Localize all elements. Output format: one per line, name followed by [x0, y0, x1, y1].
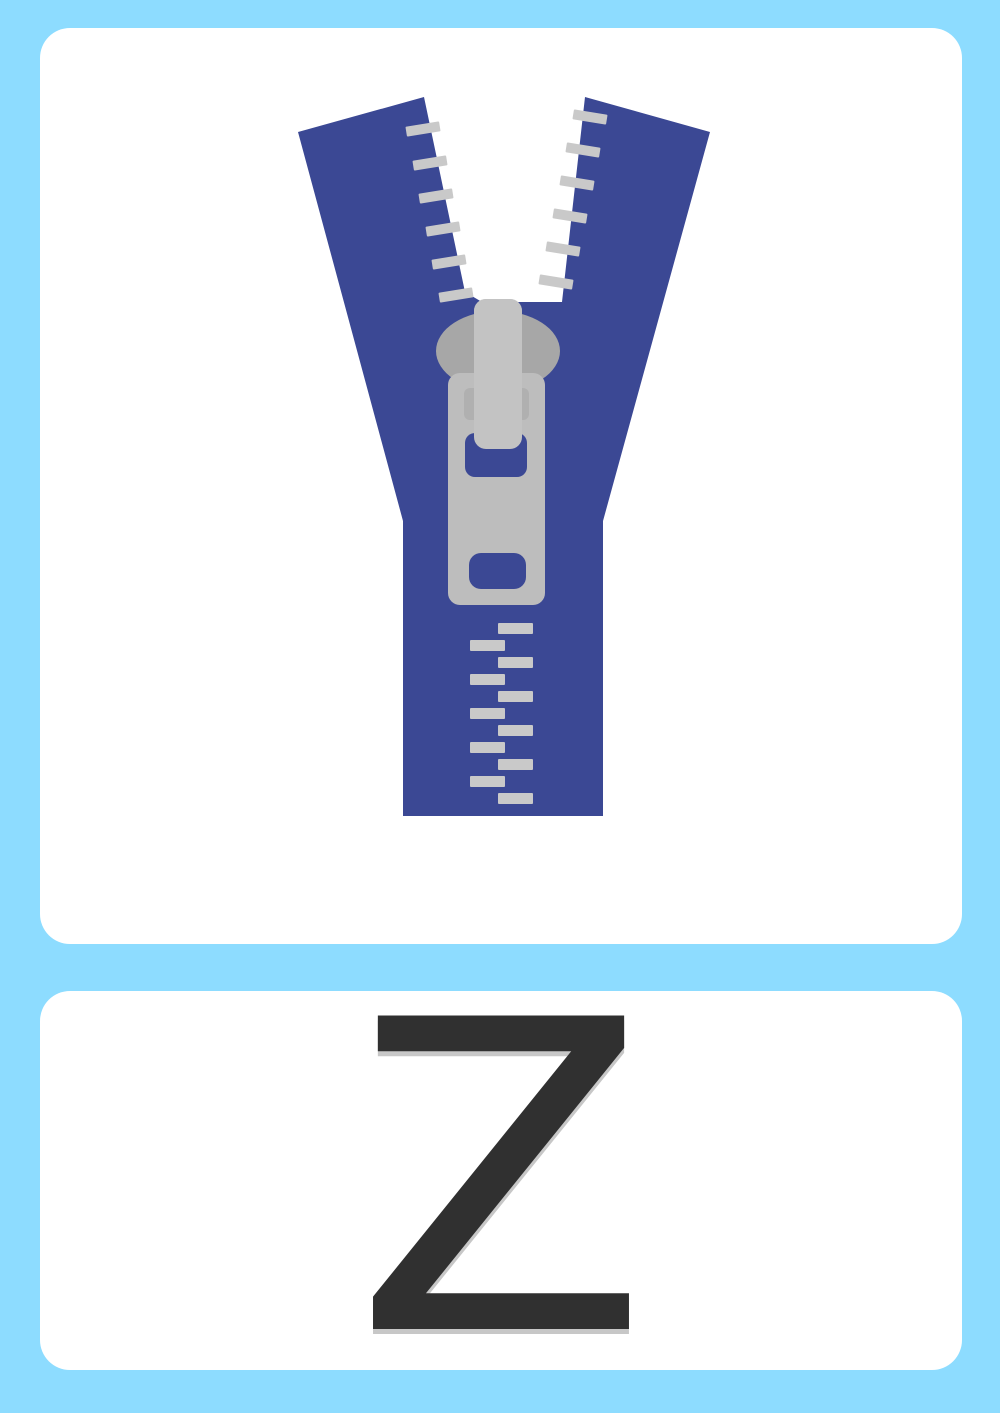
zipper-icon	[298, 97, 710, 816]
picture-card	[40, 28, 962, 944]
letter-card: Z	[40, 991, 962, 1370]
letter: Z	[353, 991, 649, 1370]
